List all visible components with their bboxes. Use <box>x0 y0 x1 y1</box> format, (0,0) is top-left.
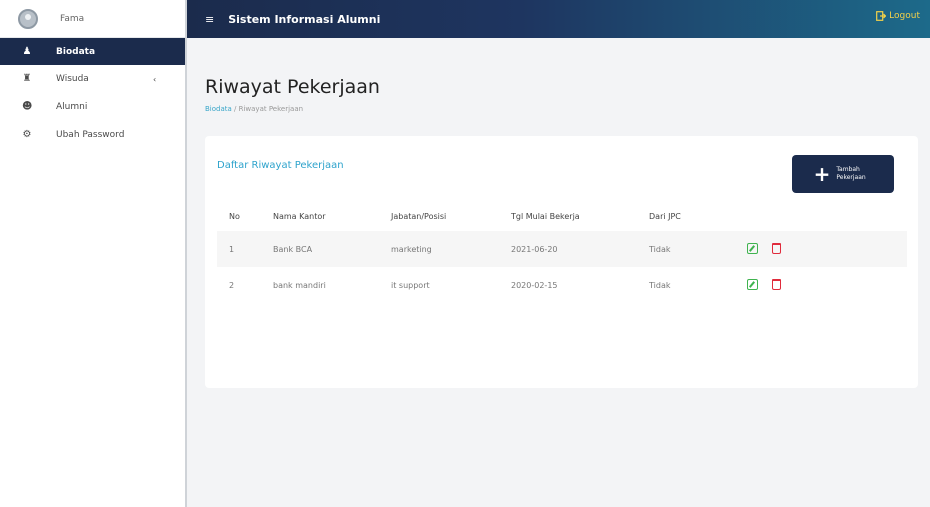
edit-icon[interactable] <box>747 278 758 290</box>
logout-label: Logout <box>889 11 920 21</box>
cell-actions <box>735 267 907 303</box>
breadcrumb-separator: / <box>231 105 239 113</box>
chevron-left-icon: ‹ <box>153 74 157 84</box>
sidebar-user[interactable]: Fama <box>0 0 185 38</box>
sidebar-item-label: Wisuda <box>56 74 89 84</box>
job-history-card: Daftar Riwayat Pekerjaan + Tambah Pekerj… <box>205 136 918 388</box>
cell-dari-jpc: Tidak <box>649 280 671 290</box>
card-title: Daftar Riwayat Pekerjaan <box>217 160 344 171</box>
table-header-row: No Nama Kantor Jabatan/Posisi Tgl Mulai … <box>217 201 907 231</box>
menu-toggle-icon[interactable]: ≡ <box>205 13 214 26</box>
sidebar-item-label: Alumni <box>56 102 88 112</box>
user-icon: ♟ <box>22 45 32 57</box>
logout-icon <box>876 11 887 21</box>
logout-button[interactable]: Logout <box>876 11 920 21</box>
table-row: 2 bank mandiri it support 2020-02-15 Tid… <box>217 267 907 303</box>
column-header-no: No <box>229 211 240 221</box>
add-job-button[interactable]: + Tambah Pekerjaan <box>792 155 894 193</box>
column-header-actions <box>735 201 907 231</box>
sidebar-item-alumni[interactable]: ☻ Alumni <box>0 93 185 121</box>
users-icon: ☻ <box>22 101 33 112</box>
sidebar-item-ubah-password[interactable]: ⚙ Ubah Password <box>0 121 185 149</box>
sidebar-item-wisuda[interactable]: ♜ Wisuda ‹ <box>0 65 185 93</box>
sidebar: Fama ♟ Biodata ♜ Wisuda ‹ ☻ Alumni ⚙ Uba… <box>0 0 187 507</box>
cell-nama-kantor: Bank BCA <box>273 244 313 254</box>
breadcrumb: Biodata / Riwayat Pekerjaan <box>205 105 303 113</box>
plus-icon: + <box>813 162 831 186</box>
column-header-dari-jpc: Dari JPC <box>649 211 681 221</box>
cell-jabatan: it support <box>391 280 430 290</box>
cell-tgl-mulai: 2020-02-15 <box>511 280 558 290</box>
breadcrumb-link-biodata[interactable]: Biodata <box>205 105 232 113</box>
sidebar-item-biodata[interactable]: ♟ Biodata <box>0 38 185 65</box>
avatar <box>18 8 38 29</box>
sidebar-item-label: Biodata <box>56 46 96 57</box>
cell-dari-jpc: Tidak <box>649 244 671 254</box>
gear-icon: ⚙ <box>22 129 32 140</box>
sidebar-item-label: Ubah Password <box>56 130 125 140</box>
cell-no: 2 <box>229 280 235 290</box>
edit-icon[interactable] <box>747 242 758 254</box>
trash-icon[interactable] <box>772 278 781 290</box>
cell-nama-kantor: bank mandiri <box>273 280 326 290</box>
topbar: ≡ Sistem Informasi Alumni Logout <box>187 0 930 38</box>
breadcrumb-current: Riwayat Pekerjaan <box>238 105 304 113</box>
cell-tgl-mulai: 2021-06-20 <box>511 244 558 254</box>
cell-jabatan: marketing <box>391 244 432 254</box>
job-history-table: No Nama Kantor Jabatan/Posisi Tgl Mulai … <box>217 201 907 303</box>
column-header-jabatan: Jabatan/Posisi <box>391 211 447 221</box>
table-row: 1 Bank BCA marketing 2021-06-20 Tidak <box>217 231 907 267</box>
cell-actions <box>735 231 907 267</box>
column-header-nama-kantor: Nama Kantor <box>273 211 326 221</box>
trash-icon[interactable] <box>772 242 781 254</box>
user-name: Fama <box>60 13 85 24</box>
column-header-tgl-mulai: Tgl Mulai Bekerja <box>511 211 580 221</box>
add-job-label: Tambah Pekerjaan <box>836 166 866 181</box>
cell-no: 1 <box>229 244 235 254</box>
graduate-icon: ♜ <box>22 73 32 84</box>
app-title: Sistem Informasi Alumni <box>228 12 381 26</box>
page-title: Riwayat Pekerjaan <box>205 76 380 98</box>
